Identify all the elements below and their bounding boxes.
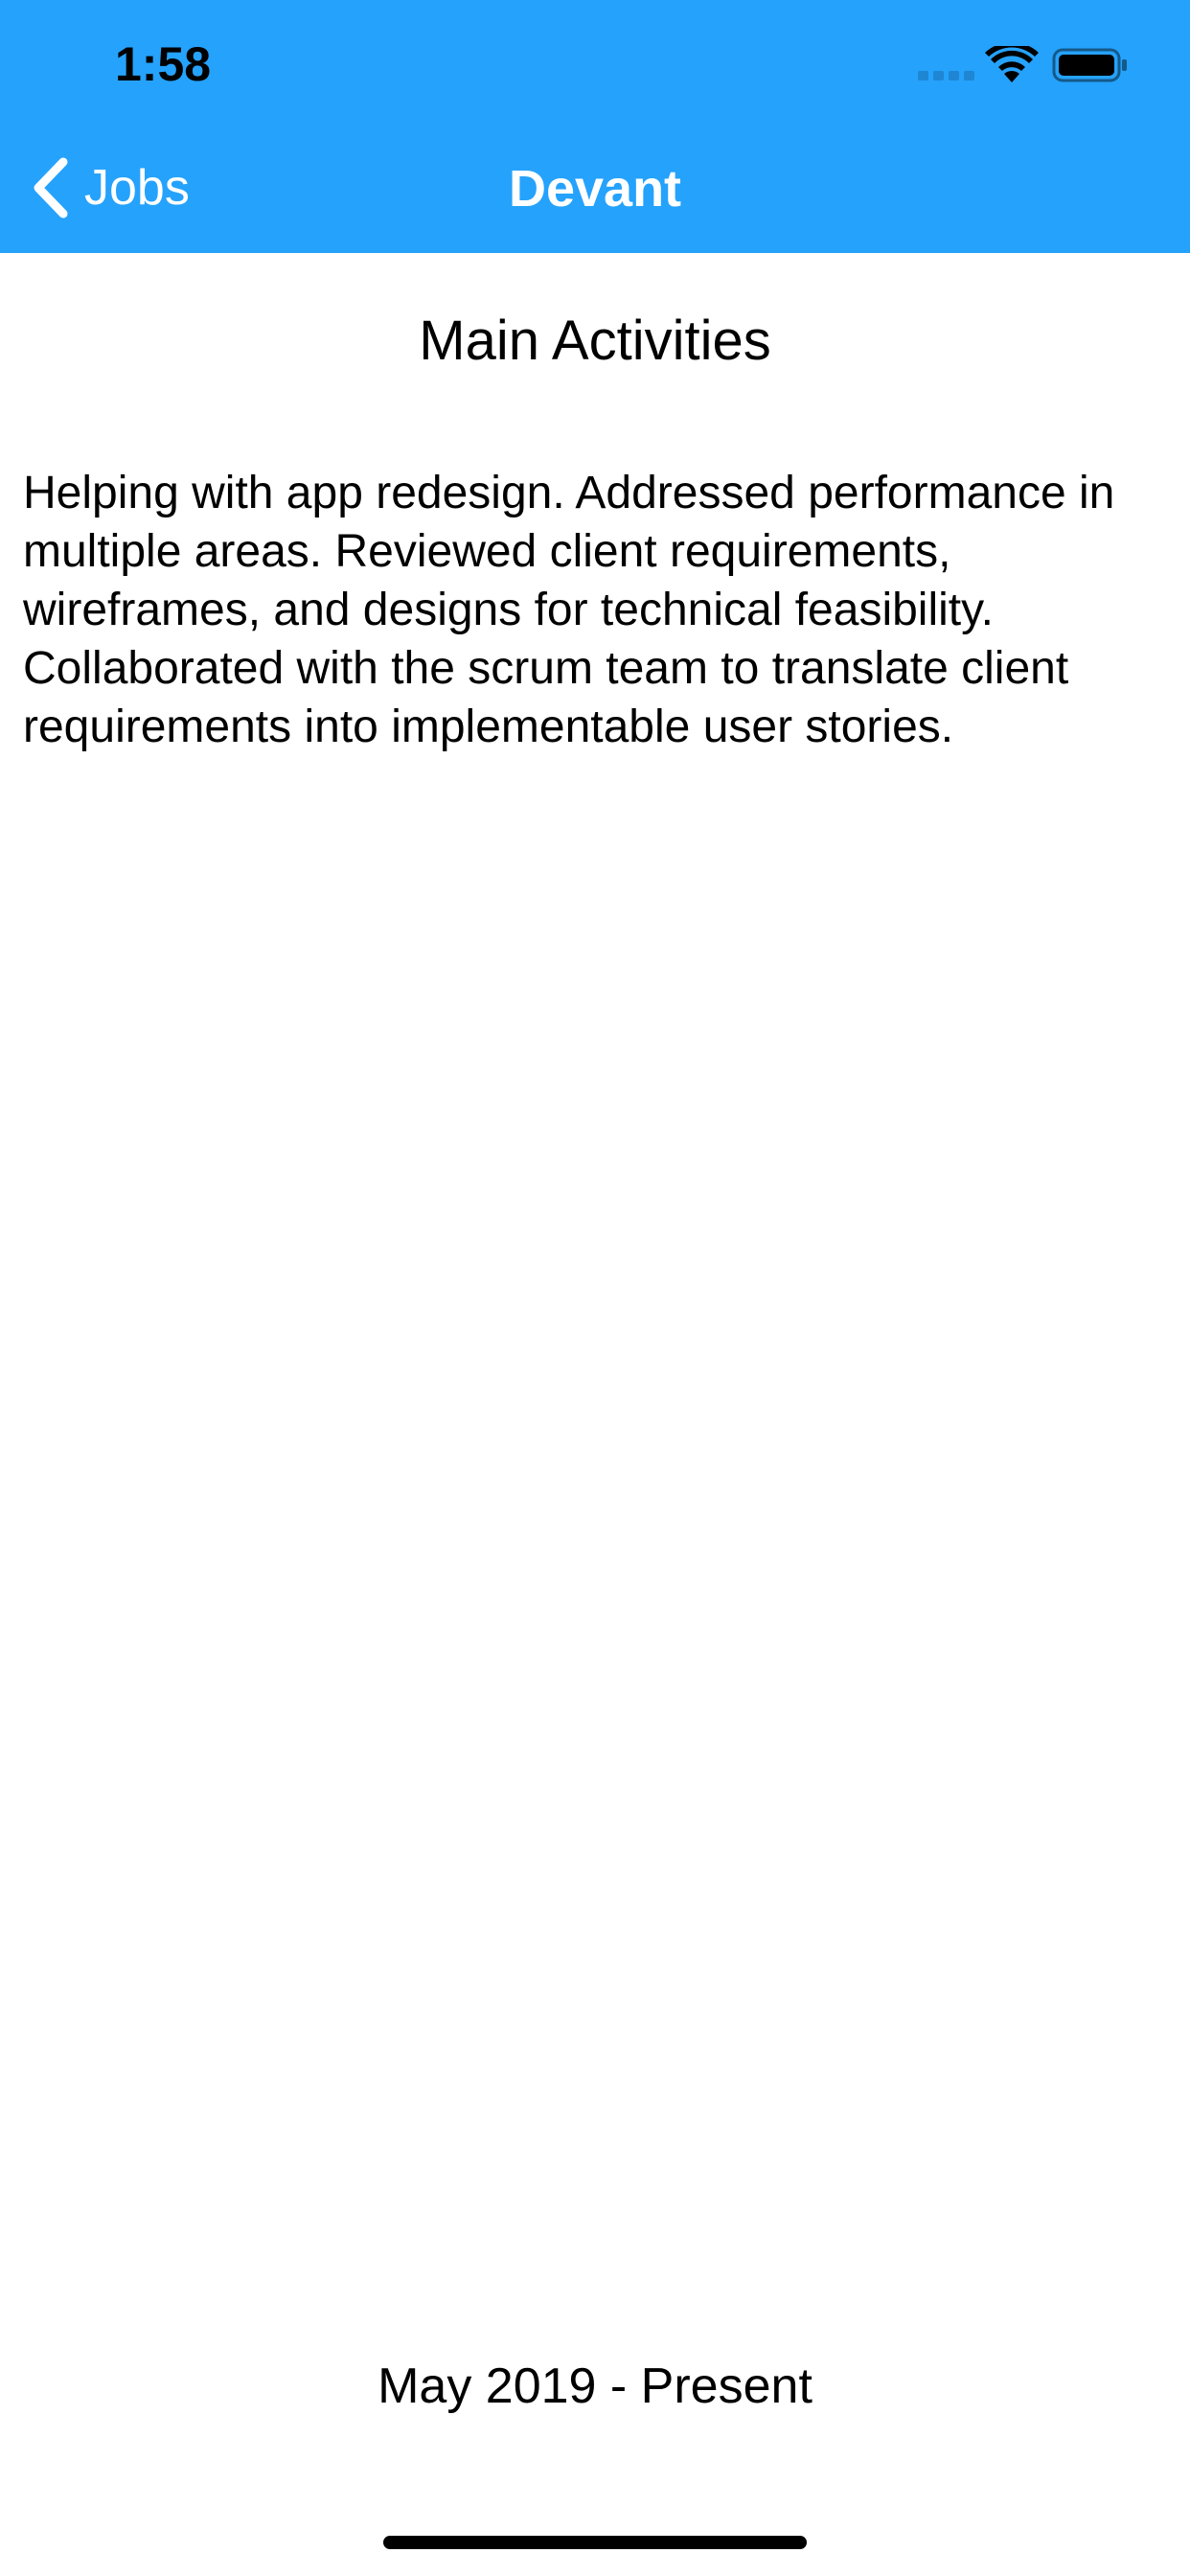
status-bar-time: 1:58 — [115, 37, 212, 91]
wifi-icon — [985, 46, 1039, 82]
page-title: Devant — [508, 160, 682, 218]
cellular-signal-icon — [918, 71, 974, 80]
navigation-header: 1:58 Jobs Devant — [0, 0, 1190, 253]
job-description: Helping with app redesign. Addressed per… — [23, 468, 1115, 752]
battery-icon — [1052, 48, 1127, 82]
job-detail-screen: 1:58 Jobs Devant Main Activities Helping… — [0, 0, 1190, 2576]
home-indicator[interactable] — [383, 2536, 807, 2549]
section-heading: Main Activities — [419, 310, 771, 372]
employment-date-range: May 2019 - Present — [378, 2358, 812, 2414]
